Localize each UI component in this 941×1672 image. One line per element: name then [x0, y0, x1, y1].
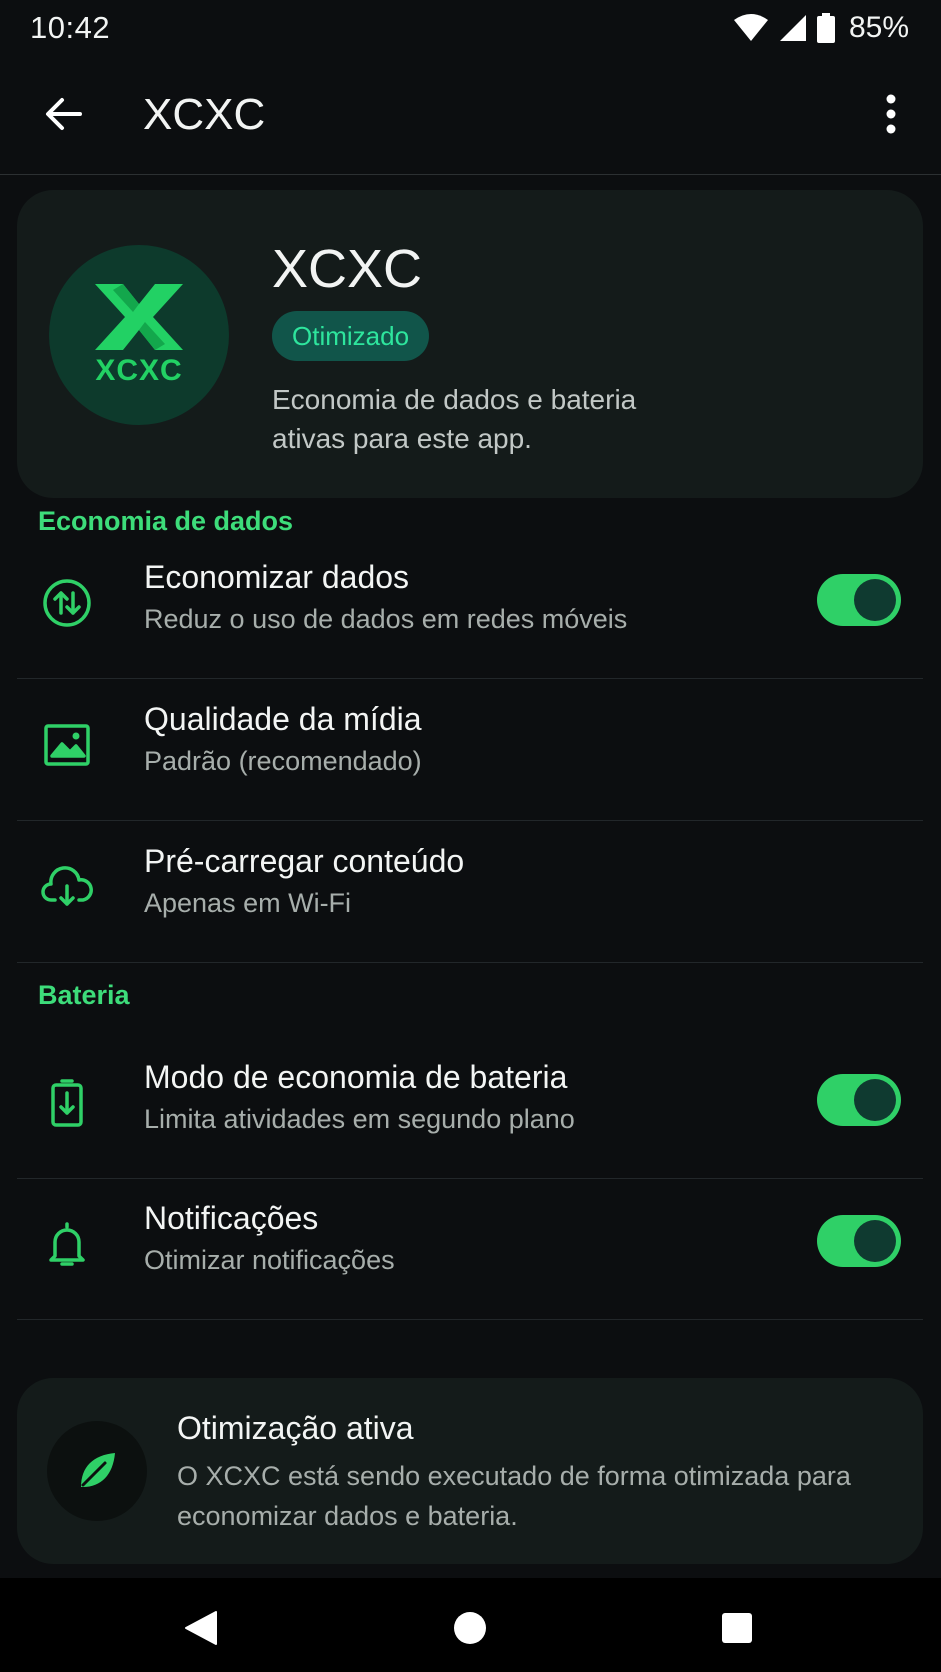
- setting-row-media-quality[interactable]: Qualidade da mídia Padrão (recomendado): [17, 679, 923, 821]
- nav-back-triangle-icon: [185, 1611, 217, 1645]
- nav-back-button[interactable]: [173, 1600, 229, 1656]
- toggle-knob: [854, 579, 896, 621]
- app-info-card: XCXC XCXC Otimizado Economia de dados e …: [17, 190, 923, 498]
- screen: 10:42 85% XCXC XCXC XCXC Otimizado Econo…: [0, 0, 941, 1672]
- page-title: XCXC: [143, 90, 266, 139]
- status-bar: 10:42 85%: [0, 0, 941, 56]
- toggle-knob: [854, 1079, 896, 1121]
- setting-title: Notificações: [144, 1200, 319, 1236]
- battery-percentage: 85%: [848, 11, 909, 44]
- setting-subtitle: Limita atividades em segundo plano: [144, 1104, 575, 1134]
- nav-recents-square-icon: [722, 1613, 752, 1643]
- setting-row-preload-content[interactable]: Pré-carregar conteúdo Apenas em Wi-Fi: [17, 821, 923, 963]
- image-icon: [39, 717, 95, 773]
- more-vert-icon: [886, 94, 896, 134]
- nav-home-circle-icon: [454, 1612, 486, 1644]
- setting-subtitle: Apenas em Wi-Fi: [144, 888, 352, 918]
- setting-row-battery-saver[interactable]: Modo de economia de bateria Limita ativi…: [17, 1037, 923, 1179]
- leaf-icon: [47, 1421, 147, 1521]
- data-transfer-icon: [39, 575, 95, 631]
- more-options-button[interactable]: [863, 86, 919, 142]
- app-description: Economia de dados e bateria ativas para …: [272, 384, 637, 454]
- optimization-info-card: Otimização ativa O XCXC está sendo execu…: [17, 1378, 923, 1564]
- setting-title: Qualidade da mídia: [144, 701, 422, 737]
- toggle-knob: [854, 1220, 896, 1262]
- app-logo: XCXC: [49, 245, 229, 425]
- info-text: O XCXC está sendo executado de forma oti…: [177, 1461, 851, 1531]
- setting-row-save-data[interactable]: Economizar dados Reduz o uso de dados em…: [17, 537, 923, 679]
- save-data-toggle[interactable]: [817, 574, 901, 626]
- logo-text: XCXC: [95, 354, 183, 387]
- back-button[interactable]: [36, 86, 92, 142]
- status-time: 10:42: [30, 10, 111, 45]
- setting-title: Modo de economia de bateria: [144, 1059, 568, 1095]
- cloud-download-icon: [39, 859, 95, 915]
- app-name: XCXC: [272, 239, 423, 299]
- battery-saver-icon: [39, 1075, 95, 1131]
- bell-icon: [39, 1216, 95, 1272]
- nav-recents-button[interactable]: [709, 1600, 765, 1656]
- xcxc-logo-mark-icon: [95, 284, 183, 350]
- app-bar: XCXC: [0, 56, 941, 175]
- navigation-bar: [0, 1578, 941, 1672]
- wifi-icon: [733, 14, 769, 42]
- info-title: Otimização ativa: [177, 1410, 414, 1446]
- setting-title: Pré-carregar conteúdo: [144, 843, 465, 879]
- nav-home-button[interactable]: [442, 1600, 498, 1656]
- status-icons: 85%: [733, 11, 909, 45]
- arrow-back-icon: [46, 98, 82, 130]
- setting-subtitle: Padrão (recomendado): [144, 746, 422, 776]
- battery-icon: [816, 13, 835, 43]
- status-badge: Otimizado: [272, 311, 430, 361]
- setting-row-notifications[interactable]: Notificações Otimizar notificações: [17, 1178, 923, 1320]
- setting-subtitle: Reduz o uso de dados em redes móveis: [144, 604, 628, 634]
- section-header-battery: Bateria: [38, 980, 130, 1010]
- setting-title: Economizar dados: [144, 559, 410, 595]
- notifications-toggle[interactable]: [817, 1215, 901, 1267]
- section-header-data: Economia de dados: [38, 506, 294, 536]
- battery-saver-toggle[interactable]: [817, 1074, 901, 1126]
- signal-icon: [779, 14, 807, 42]
- setting-subtitle: Otimizar notificações: [144, 1245, 395, 1275]
